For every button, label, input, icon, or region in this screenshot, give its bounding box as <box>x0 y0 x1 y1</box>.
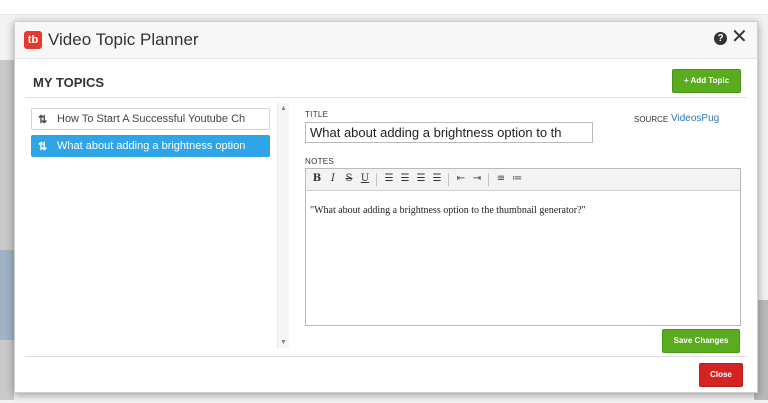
topic-item[interactable]: ⇅ How To Start A Successful Youtube Ch <box>31 108 270 130</box>
bold-icon[interactable]: B <box>310 172 324 186</box>
topic-item-selected[interactable]: ⇅ What about adding a brightness option <box>31 135 270 157</box>
underline-icon[interactable]: U <box>358 172 372 186</box>
divider <box>25 356 747 357</box>
source-link[interactable]: VideosPug <box>671 113 719 124</box>
close-button[interactable]: Close <box>699 363 743 387</box>
italic-icon[interactable]: I <box>326 172 340 186</box>
notes-text[interactable]: "What about adding a brightness option t… <box>310 205 586 216</box>
toolbar-separator <box>488 173 489 186</box>
align-justify-icon[interactable]: ☰ <box>430 172 444 186</box>
ordered-list-icon[interactable]: ≡ <box>494 172 508 186</box>
strikethrough-icon[interactable]: S <box>342 172 356 186</box>
close-icon[interactable]: ✕ <box>731 26 748 48</box>
source-label: SOURCE <box>634 115 669 124</box>
add-topic-button[interactable]: + Add Topic <box>672 69 741 93</box>
background-thumbnail <box>0 250 14 340</box>
outdent-icon[interactable]: ⇤ <box>454 172 468 186</box>
my-topics-heading: MY TOPICS <box>33 75 105 90</box>
modal-header: tb Video Topic Planner ? ✕ <box>15 22 757 59</box>
toolbar-separator <box>448 173 449 186</box>
align-left-icon[interactable]: ☰ <box>382 172 396 186</box>
scroll-down-icon[interactable]: ▼ <box>280 339 287 346</box>
sort-icon[interactable]: ⇅ <box>38 140 47 153</box>
help-icon[interactable]: ? <box>714 32 727 45</box>
editor-toolbar: B I S U ☰ ☰ ☰ ☰ ⇤ ⇥ ≡ ≔ <box>306 169 740 191</box>
notes-label: NOTES <box>305 157 335 166</box>
background-strip <box>0 0 768 15</box>
video-topic-planner-modal: tb Video Topic Planner ? ✕ MY TOPICS + A… <box>14 21 758 393</box>
toolbar-separator <box>376 173 377 186</box>
notes-editor[interactable]: B I S U ☰ ☰ ☰ ☰ ⇤ ⇥ ≡ ≔ "What about addi… <box>305 168 741 326</box>
scroll-up-icon[interactable]: ▲ <box>280 105 287 112</box>
topic-label: How To Start A Successful Youtube Ch <box>57 113 246 125</box>
unordered-list-icon[interactable]: ≔ <box>510 172 524 186</box>
align-right-icon[interactable]: ☰ <box>414 172 428 186</box>
sort-icon[interactable]: ⇅ <box>38 113 47 126</box>
topic-list-scrollbar[interactable]: ▲ ▼ <box>277 103 289 348</box>
topic-list: ⇅ How To Start A Successful Youtube Ch ⇅… <box>26 103 274 351</box>
background-left-panel <box>0 60 14 400</box>
title-input[interactable] <box>305 122 593 143</box>
modal-title: Video Topic Planner <box>48 30 199 49</box>
indent-icon[interactable]: ⇥ <box>470 172 484 186</box>
topic-label: What about adding a brightness option <box>57 140 246 152</box>
align-center-icon[interactable]: ☰ <box>398 172 412 186</box>
divider <box>25 97 747 98</box>
title-label: TITLE <box>305 110 329 119</box>
tubebuddy-logo: tb <box>24 31 42 49</box>
save-changes-button[interactable]: Save Changes <box>662 329 740 353</box>
